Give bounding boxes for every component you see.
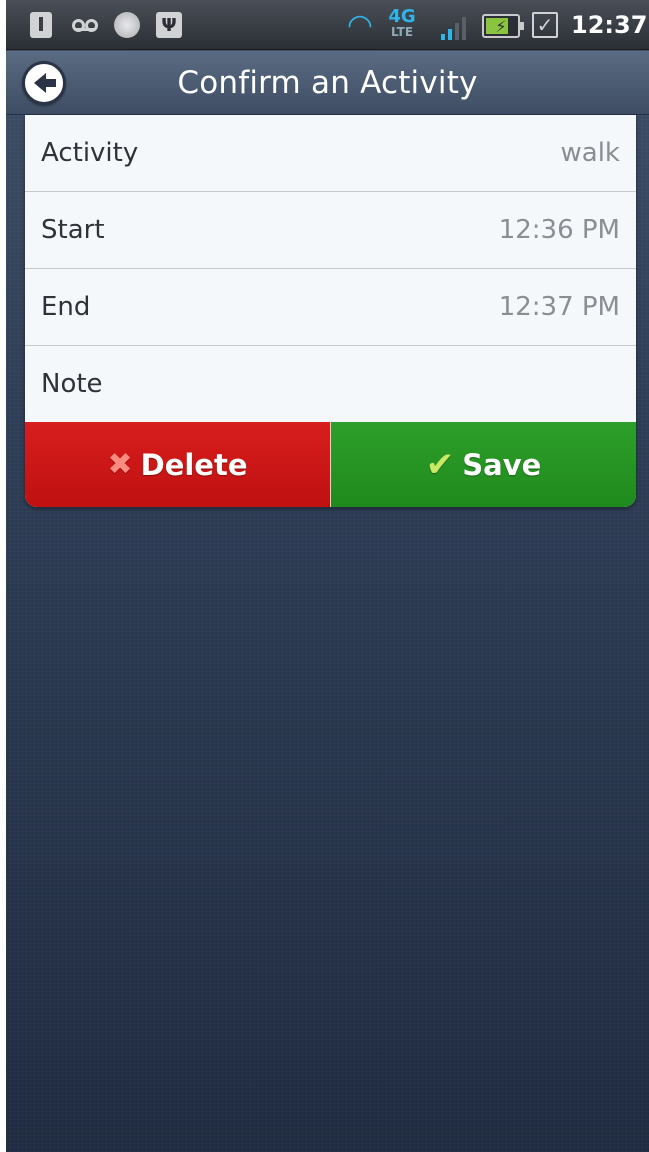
battery-charging-icon: ⚡ xyxy=(482,14,524,38)
end-value: 12:37 PM xyxy=(498,292,620,322)
start-row[interactable]: Start 12:36 PM xyxy=(25,192,636,269)
activity-value: walk xyxy=(560,138,620,168)
save-button[interactable]: ✔ Save xyxy=(331,422,636,507)
end-row[interactable]: End 12:37 PM xyxy=(25,269,636,346)
note-label: Note xyxy=(41,369,103,399)
network-type-label: 4G xyxy=(388,6,416,27)
title-bar: Confirm an Activity xyxy=(6,51,649,115)
start-label: Start xyxy=(41,215,105,245)
checkbox-icon: ✓ xyxy=(532,12,558,38)
activity-label: Activity xyxy=(41,138,139,168)
signal-icon xyxy=(438,14,468,40)
notification-dot-icon xyxy=(114,12,140,38)
activity-form: Activity walk Start 12:36 PM End 12:37 P… xyxy=(25,115,636,507)
note-row[interactable]: Note xyxy=(25,346,636,422)
download-icon xyxy=(30,12,52,38)
network-sub-label: LTE xyxy=(390,25,414,39)
4g-lte-icon: 4G LTE xyxy=(384,6,420,40)
status-time: 12:37 xyxy=(571,11,648,39)
page-title: Confirm an Activity xyxy=(177,65,478,101)
delete-label: Delete xyxy=(140,447,248,482)
action-buttons: ✖ Delete ✔ Save xyxy=(25,422,636,507)
status-bar: Ψ ◠ 4G LTE ⚡ ✓ 12:37 xyxy=(6,0,649,50)
usb-icon: Ψ xyxy=(156,12,182,38)
start-value: 12:36 PM xyxy=(498,215,620,245)
voicemail-icon xyxy=(68,12,102,38)
wifi-icon: ◠ xyxy=(346,8,374,43)
save-label: Save xyxy=(462,447,542,482)
close-icon: ✖ xyxy=(107,447,133,482)
app-screen: Ψ ◠ 4G LTE ⚡ ✓ 12:37 Confirm an Activity… xyxy=(6,0,649,1152)
end-label: End xyxy=(41,292,91,322)
checkmark-icon: ✔ xyxy=(425,444,455,485)
activity-row[interactable]: Activity walk xyxy=(25,115,636,192)
delete-button[interactable]: ✖ Delete xyxy=(25,422,331,507)
